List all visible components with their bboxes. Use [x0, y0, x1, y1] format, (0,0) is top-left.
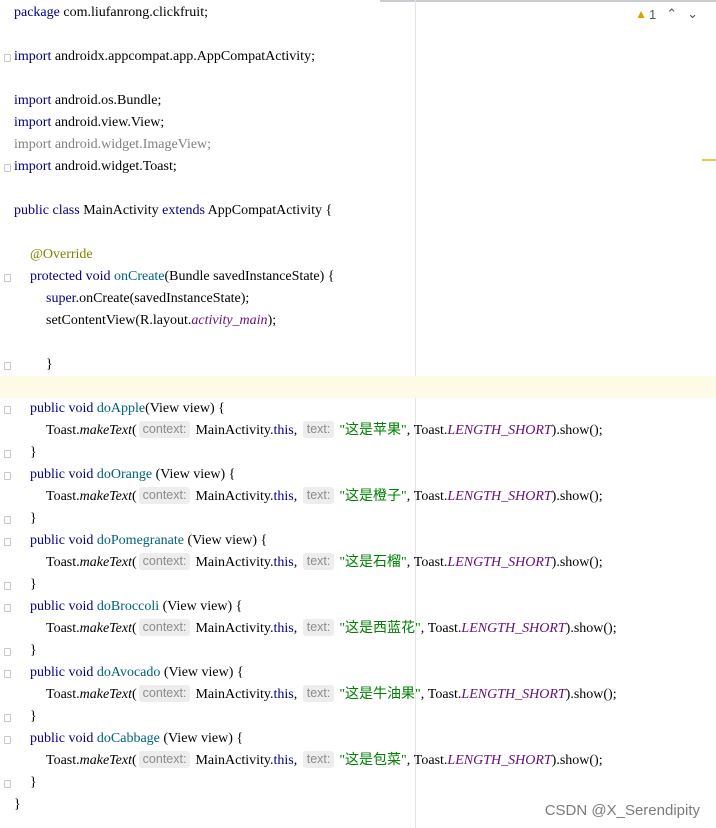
inspection-status[interactable]: ▲ 1 ⌃ ⌄ — [635, 6, 698, 22]
fold-marker-icon[interactable] — [4, 670, 11, 678]
fold-marker-icon[interactable] — [4, 472, 11, 480]
code-line-import-view[interactable]: import android.view.View; — [14, 112, 164, 134]
fold-marker-icon[interactable] — [4, 538, 11, 546]
current-line-highlight — [0, 376, 716, 398]
code-line-import-appcompat[interactable]: import androidx.appcompat.app.AppCompatA… — [14, 46, 315, 68]
code-line-toast-call[interactable]: Toast.makeText(context: MainActivity.this… — [46, 552, 603, 574]
parameter-hint-context: context: — [138, 751, 191, 768]
fold-marker-icon[interactable] — [4, 54, 11, 62]
fold-marker-icon[interactable] — [4, 736, 11, 744]
parameter-hint-text: text: — [302, 685, 335, 702]
code-line-method-signature[interactable]: public void doAvocado (View view) { — [30, 662, 244, 684]
warning-triangle-icon: ▲ — [635, 7, 647, 21]
editor-gutter[interactable] — [0, 0, 14, 828]
parameter-hint-context: context: — [138, 553, 191, 570]
code-line-toast-call[interactable]: Toast.makeText(context: MainActivity.this… — [46, 750, 603, 772]
fold-marker-icon[interactable] — [4, 164, 11, 172]
code-line-method-close[interactable]: } — [30, 640, 37, 662]
code-line-toast-call[interactable]: Toast.makeText(context: MainActivity.this… — [46, 684, 617, 706]
parameter-hint-context: context: — [138, 421, 191, 438]
fold-marker-icon[interactable] — [4, 406, 11, 414]
scroll-indicator — [380, 0, 716, 2]
fold-marker-icon[interactable] — [4, 648, 11, 656]
code-line-method-signature[interactable]: public void doBroccoli (View view) { — [30, 596, 242, 618]
code-line-method-close[interactable]: } — [30, 442, 37, 464]
code-line-oncreate-close[interactable]: } — [46, 354, 53, 376]
previous-highlight-icon[interactable]: ⌃ — [666, 6, 677, 22]
parameter-hint-text: text: — [302, 553, 335, 570]
parameter-hint-text: text: — [302, 619, 335, 636]
code-line-class-decl[interactable]: public class MainActivity extends AppCom… — [14, 200, 332, 222]
code-line-method-close[interactable]: } — [30, 508, 37, 530]
code-line-method-signature[interactable]: public void doOrange (View view) { — [30, 464, 235, 486]
code-line-method-signature[interactable]: public void doCabbage (View view) { — [30, 728, 243, 750]
fold-marker-icon[interactable] — [4, 516, 11, 524]
code-line-oncreate[interactable]: protected void onCreate(Bundle savedInst… — [30, 266, 335, 288]
warning-count: 1 — [648, 6, 657, 22]
code-line-import-bundle[interactable]: import android.os.Bundle; — [14, 90, 161, 112]
code-line-setcontentview[interactable]: setContentView(R.layout.activity_main); — [46, 310, 276, 332]
code-line-toast-call[interactable]: Toast.makeText(context: MainActivity.this… — [46, 618, 617, 640]
code-line-toast-call[interactable]: Toast.makeText(context: MainActivity.this… — [46, 420, 603, 442]
fold-marker-icon[interactable] — [4, 362, 11, 370]
code-line-override[interactable]: @Override — [30, 244, 93, 266]
parameter-hint-context: context: — [138, 619, 191, 636]
parameter-hint-context: context: — [138, 487, 191, 504]
code-line-method-close[interactable]: } — [30, 772, 37, 794]
parameter-hint-text: text: — [302, 487, 335, 504]
parameter-hint-text: text: — [302, 421, 335, 438]
parameter-hint-context: context: — [138, 685, 191, 702]
code-line-method-signature[interactable]: public void doPomegranate (View view) { — [30, 530, 267, 552]
code-editor[interactable]: ▲ 1 ⌃ ⌄ package com.liufanrong.clickfrui… — [0, 0, 716, 828]
fold-marker-icon[interactable] — [4, 604, 11, 612]
code-line-class-close[interactable]: } — [14, 794, 21, 816]
fold-marker-icon[interactable] — [4, 582, 11, 590]
fold-marker-icon[interactable] — [4, 780, 11, 788]
code-line-method-close[interactable]: } — [30, 706, 37, 728]
code-line-super-oncreate[interactable]: super.onCreate(savedInstanceState); — [46, 288, 249, 310]
warning-stripe-marker[interactable] — [702, 159, 716, 161]
code-line-method-signature[interactable]: public void doApple(View view) { — [30, 398, 225, 420]
next-highlight-icon[interactable]: ⌄ — [687, 6, 698, 22]
code-line-unused-import[interactable]: import android.widget.ImageView; — [14, 134, 211, 156]
code-line-toast-call[interactable]: Toast.makeText(context: MainActivity.this… — [46, 486, 603, 508]
code-line-package[interactable]: package com.liufanrong.clickfruit; — [14, 2, 208, 24]
watermark: CSDN @X_Serendipity — [544, 802, 700, 819]
fold-marker-icon[interactable] — [4, 450, 11, 458]
parameter-hint-text: text: — [302, 751, 335, 768]
fold-marker-icon[interactable] — [4, 714, 11, 722]
code-line-import-toast[interactable]: import android.widget.Toast; — [14, 156, 177, 178]
fold-marker-icon[interactable] — [4, 274, 11, 282]
code-line-method-close[interactable]: } — [30, 574, 37, 596]
